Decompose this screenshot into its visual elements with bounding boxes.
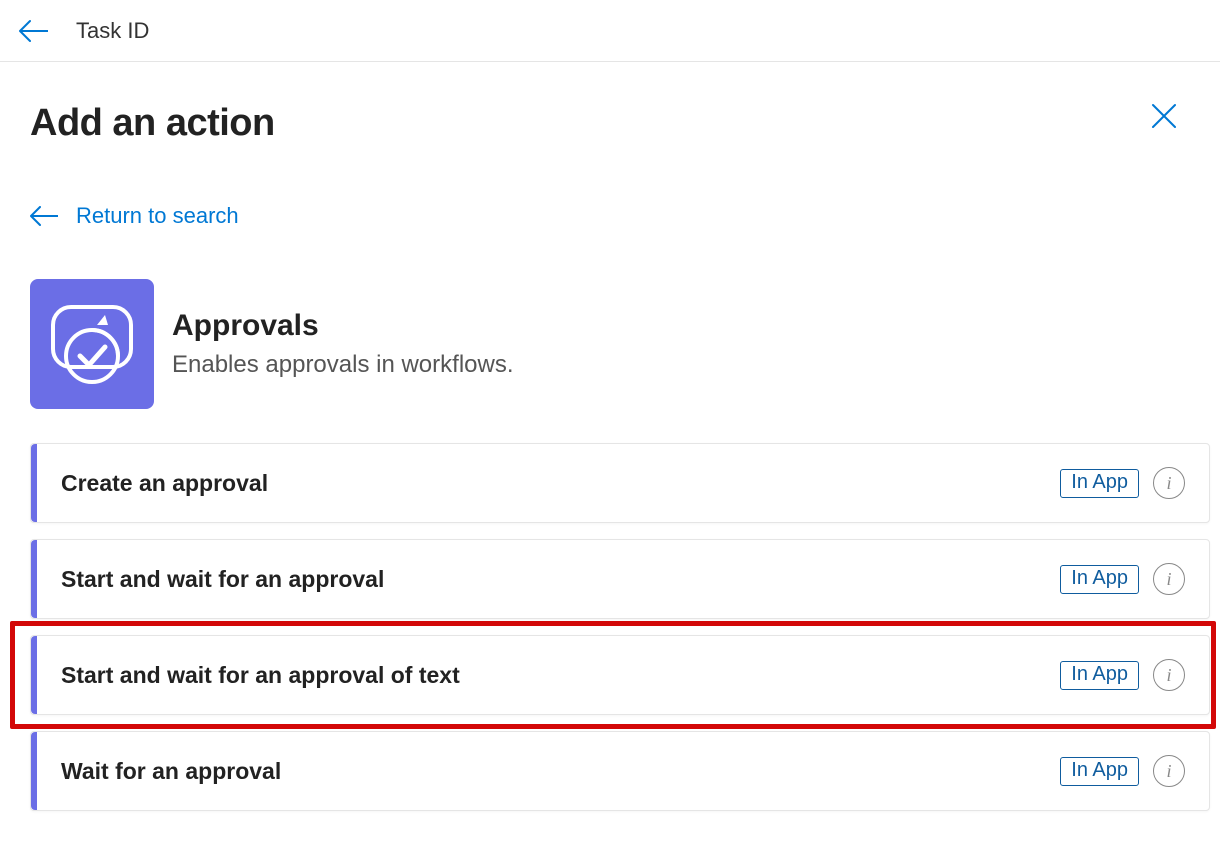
action-meta: In App i xyxy=(1060,563,1185,595)
connector-description: Enables approvals in workflows. xyxy=(172,351,514,379)
action-label: Wait for an approval xyxy=(61,758,281,785)
topbar-title: Task ID xyxy=(76,18,149,44)
action-label: Create an approval xyxy=(61,470,268,497)
action-row: Create an approval In App i xyxy=(30,443,1210,523)
action-item[interactable]: Start and wait for an approval In App i xyxy=(30,539,1210,619)
info-icon[interactable]: i xyxy=(1153,755,1185,787)
close-icon[interactable] xyxy=(1150,102,1178,130)
in-app-badge: In App xyxy=(1060,757,1139,786)
action-row: Start and wait for an approval of text In… xyxy=(30,635,1210,715)
action-item[interactable]: Wait for an approval In App i xyxy=(30,731,1210,811)
return-to-search-link[interactable]: Return to search xyxy=(30,203,239,229)
page-title: Add an action xyxy=(30,102,275,145)
panel-content: Add an action Return to search Approvals… xyxy=(0,62,1220,811)
action-meta: In App i xyxy=(1060,467,1185,499)
action-item[interactable]: Start and wait for an approval of text In… xyxy=(30,635,1210,715)
action-meta: In App i xyxy=(1060,659,1185,691)
info-icon[interactable]: i xyxy=(1153,467,1185,499)
in-app-badge: In App xyxy=(1060,469,1139,498)
action-row: Start and wait for an approval In App i xyxy=(30,539,1210,619)
action-list: Create an approvalIn AppiStart and wait … xyxy=(30,443,1210,811)
action-meta: In App i xyxy=(1060,755,1185,787)
action-row: Wait for an approval In App i xyxy=(30,731,1210,811)
topbar: Task ID xyxy=(0,0,1220,62)
connector-name: Approvals xyxy=(172,309,514,343)
info-icon[interactable]: i xyxy=(1153,659,1185,691)
info-icon[interactable]: i xyxy=(1153,563,1185,595)
in-app-badge: In App xyxy=(1060,565,1139,594)
connector-header: Approvals Enables approvals in workflows… xyxy=(30,279,1210,409)
in-app-badge: In App xyxy=(1060,661,1139,690)
action-item[interactable]: Create an approval In App i xyxy=(30,443,1210,523)
panel-header: Add an action xyxy=(30,102,1210,145)
return-link-label: Return to search xyxy=(76,203,239,229)
action-label: Start and wait for an approval xyxy=(61,566,384,593)
action-label: Start and wait for an approval of text xyxy=(61,662,460,689)
approvals-connector-icon xyxy=(30,279,154,409)
back-arrow-icon[interactable] xyxy=(18,19,48,43)
